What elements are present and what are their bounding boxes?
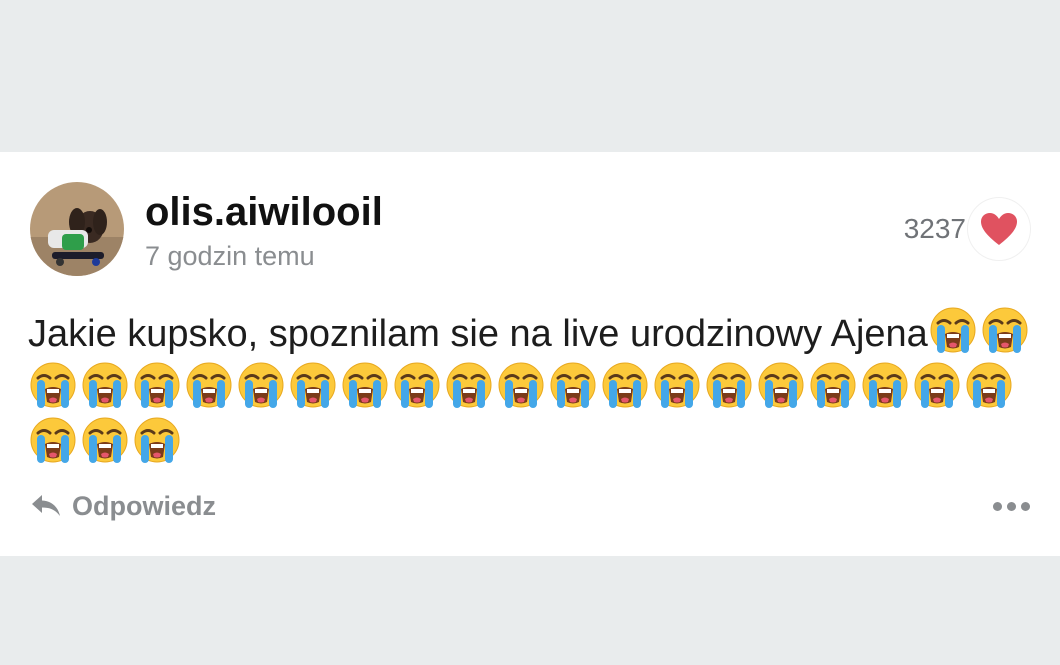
username[interactable]: olis.aiwilooil bbox=[145, 190, 383, 234]
loudly-crying-face-icon bbox=[134, 417, 180, 463]
loudly-crying-face-icon bbox=[966, 362, 1012, 408]
more-options-button[interactable] bbox=[993, 494, 1030, 519]
more-dot bbox=[1021, 502, 1030, 511]
loudly-crying-face-icon bbox=[758, 362, 804, 408]
loudly-crying-face-icon bbox=[394, 362, 440, 408]
loudly-crying-face-icon bbox=[82, 362, 128, 408]
heart-icon bbox=[981, 213, 1017, 245]
loudly-crying-face-icon bbox=[982, 307, 1028, 353]
comment-text: Jakie kupsko, spoznilam sie na live urod… bbox=[28, 306, 1033, 471]
avatar-dog-image bbox=[30, 182, 124, 276]
loudly-crying-face-icon bbox=[186, 362, 232, 408]
comment-body: Jakie kupsko, spoznilam sie na live urod… bbox=[28, 313, 928, 355]
loudly-crying-face-icon bbox=[134, 362, 180, 408]
loudly-crying-face-icon bbox=[290, 362, 336, 408]
loudly-crying-face-icon bbox=[914, 362, 960, 408]
loudly-crying-face-icon bbox=[862, 362, 908, 408]
comment-card: olis.aiwilooil 7 godzin temu 3237 Jakie … bbox=[0, 152, 1060, 556]
loudly-crying-face-icon bbox=[30, 362, 76, 408]
reply-label: Odpowiedz bbox=[72, 491, 216, 521]
loudly-crying-face-icon bbox=[446, 362, 492, 408]
more-dots-icon bbox=[993, 502, 1002, 511]
loudly-crying-face-icon bbox=[810, 362, 856, 408]
loudly-crying-face-icon bbox=[498, 362, 544, 408]
avatar[interactable] bbox=[30, 182, 124, 276]
loudly-crying-face-icon bbox=[342, 362, 388, 408]
like-count: 3237 bbox=[903, 213, 966, 244]
loudly-crying-face-icon bbox=[654, 362, 700, 408]
loudly-crying-face-icon bbox=[602, 362, 648, 408]
more-dot bbox=[1007, 502, 1016, 511]
loudly-crying-face-icon bbox=[238, 362, 284, 408]
loudly-crying-face-icon bbox=[82, 417, 128, 463]
page: olis.aiwilooil 7 godzin temu 3237 Jakie … bbox=[0, 0, 1060, 665]
loudly-crying-face-icon bbox=[550, 362, 596, 408]
timestamp: 7 godzin temu bbox=[145, 241, 315, 271]
loudly-crying-face-icon bbox=[930, 307, 976, 353]
loudly-crying-face-icon bbox=[30, 417, 76, 463]
reply-button[interactable]: Odpowiedz bbox=[30, 490, 216, 522]
like-button[interactable] bbox=[968, 198, 1030, 260]
likes-group: 3237 bbox=[904, 198, 1030, 260]
action-bar: Odpowiedz bbox=[30, 490, 1030, 530]
reply-arrow-icon bbox=[32, 495, 60, 516]
loudly-crying-face-icon bbox=[706, 362, 752, 408]
